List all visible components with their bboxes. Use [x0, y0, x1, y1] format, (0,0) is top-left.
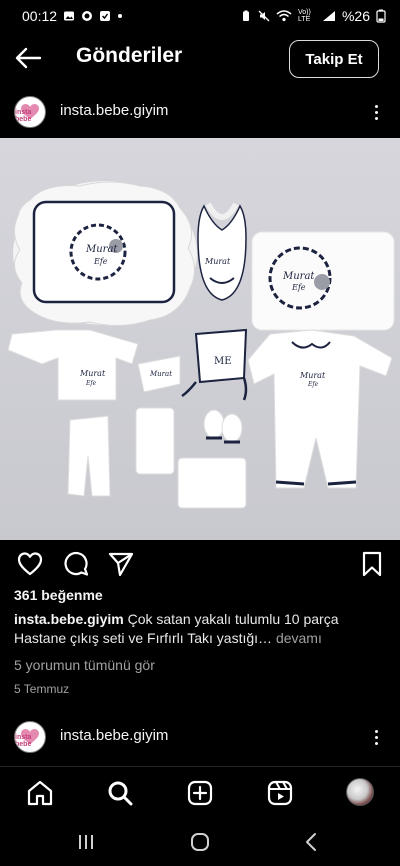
heart-icon[interactable]: [16, 550, 44, 578]
avatar[interactable]: insta bebe: [14, 721, 46, 753]
app-notification-icon: [100, 11, 111, 21]
wifi-icon: [276, 10, 292, 22]
more-options-icon[interactable]: [368, 723, 384, 751]
signal-icon: [322, 11, 335, 21]
caption-more-link[interactable]: devamı: [276, 630, 322, 646]
bonnet-initials: ME: [214, 356, 232, 367]
top-embroidery-surname: Efe: [85, 380, 97, 387]
blanket: Murat Efe: [251, 231, 395, 331]
more-options-icon[interactable]: [368, 98, 384, 126]
home-button-icon[interactable]: [188, 830, 212, 854]
system-navigation-bar: [0, 818, 400, 866]
bottom-navigation: [0, 766, 400, 818]
top-embroidery-name: Murat: [79, 369, 106, 378]
battery-icon: [376, 9, 386, 23]
next-post-username[interactable]: insta.bebe.giyim: [60, 727, 168, 744]
battery-saver-icon: [242, 10, 249, 21]
post-actions: [0, 548, 400, 580]
arrow-left-icon[interactable]: [14, 46, 42, 70]
likes-count[interactable]: 361 beğenme: [14, 587, 103, 603]
gallery-notification-icon: [64, 11, 75, 21]
bib-embroidery-name: Murat: [204, 257, 231, 266]
post-header: insta bebe insta.bebe.giyim: [0, 86, 400, 138]
more-notifications-dot-icon: [118, 14, 123, 18]
bib: Murat: [197, 202, 247, 301]
bookmark-icon[interactable]: [358, 550, 386, 578]
recent-apps-icon[interactable]: [74, 830, 98, 854]
status-left: 00:12: [22, 8, 123, 24]
pillow-embroidery-surname: Efe: [93, 257, 108, 266]
mute-icon: [258, 10, 270, 22]
search-icon[interactable]: [106, 779, 134, 807]
caption-username[interactable]: insta.bebe.giyim: [14, 611, 124, 627]
volte-label: Vo)) LTE: [297, 9, 311, 23]
next-post-header: insta bebe insta.bebe.giyim: [0, 711, 400, 763]
status-bar: 00:12 Vo)) LTE %26: [0, 0, 400, 32]
plus-square-icon[interactable]: [186, 779, 214, 807]
back-button-icon[interactable]: [300, 830, 324, 854]
avatar-logo-text: insta bebe: [15, 734, 32, 748]
ruffled-pillow: Murat Efe: [13, 181, 197, 326]
comment-icon[interactable]: [62, 550, 90, 578]
post-caption: insta.bebe.giyim Çok satan yakalı tuluml…: [14, 610, 389, 648]
message-notification-icon: [82, 11, 93, 21]
reels-icon[interactable]: [266, 779, 294, 807]
folded-bodysuit: [135, 407, 175, 475]
view-all-comments-link[interactable]: 5 yorumun tümünü gör: [14, 657, 155, 673]
post-date: 5 Temmuz: [14, 682, 70, 696]
profile-avatar[interactable]: [346, 778, 374, 806]
blanket-embroidery-name: Murat: [282, 271, 315, 282]
folded-shirt: [177, 457, 247, 509]
follow-button[interactable]: Takip Et: [289, 40, 379, 78]
romper-embroidery-name: Murat: [299, 371, 326, 380]
post-image[interactable]: Murat Efe Murat Murat Efe Murat Efe Mura…: [0, 138, 400, 540]
status-time: 00:12: [22, 8, 58, 24]
avatar-logo-text: insta bebe: [15, 109, 32, 123]
top-bar: Gönderiler Takip Et: [0, 32, 400, 84]
post-username[interactable]: insta.bebe.giyim: [60, 102, 168, 119]
hat-embroidery-name: Murat: [149, 370, 172, 378]
pillow-embroidery-name: Murat: [85, 244, 118, 255]
baby-clothing-set-photo: Murat Efe Murat Murat Efe Murat Efe Mura…: [0, 138, 400, 540]
blanket-embroidery-surname: Efe: [291, 283, 306, 292]
home-icon[interactable]: [26, 779, 54, 807]
page-title: Gönderiler: [76, 44, 183, 67]
paper-plane-icon[interactable]: [107, 550, 135, 578]
status-right: Vo)) LTE %26: [240, 8, 386, 24]
romper-embroidery-surname: Efe: [307, 381, 319, 388]
avatar[interactable]: insta bebe: [14, 96, 46, 128]
battery-percentage: %26: [341, 8, 370, 24]
